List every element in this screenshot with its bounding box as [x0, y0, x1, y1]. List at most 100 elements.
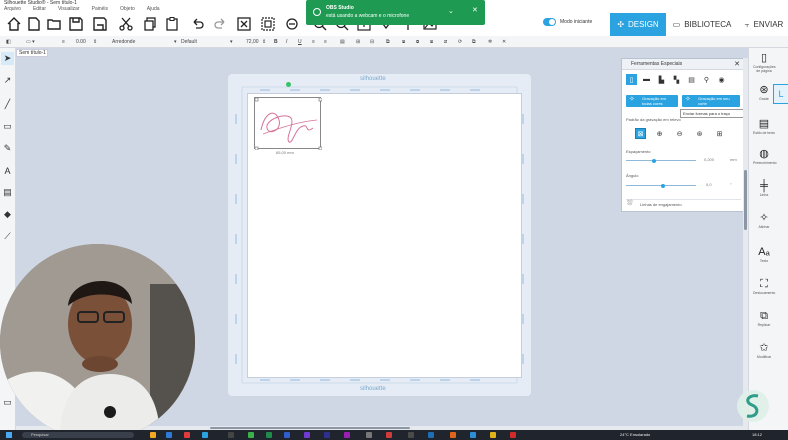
- footer-label[interactable]: Linhas de engajamento: [640, 202, 682, 207]
- menu-edit[interactable]: Editar: [33, 6, 46, 13]
- horizontal-scroll-thumb[interactable]: [210, 427, 410, 429]
- app-icon-2[interactable]: [166, 432, 172, 438]
- undo-icon[interactable]: [190, 16, 206, 32]
- app-icon-16[interactable]: [450, 432, 456, 438]
- app-icon-5[interactable]: [228, 432, 234, 438]
- replicate-button[interactable]: ⧉ Replicar: [753, 310, 775, 327]
- line-color-swatch[interactable]: ▭ ▾: [26, 36, 35, 48]
- line-width-stepper[interactable]: ⇕: [93, 36, 97, 48]
- engrave-fill-button[interactable]: ✧ Gravação em todas cores: [626, 95, 678, 107]
- app-icon-17[interactable]: [470, 432, 476, 438]
- line-color-icon[interactable]: ◧: [6, 36, 11, 48]
- pencil-icon[interactable]: ✎: [1, 142, 14, 155]
- menu-object[interactable]: Objeto: [120, 6, 135, 13]
- toggle-switch[interactable]: [543, 18, 556, 26]
- app-icon-4[interactable]: [202, 432, 208, 438]
- replicate-icon[interactable]: ⧉: [472, 36, 476, 48]
- new-file-icon[interactable]: [26, 16, 42, 32]
- app-icon-11[interactable]: [344, 432, 350, 438]
- rotate-icon[interactable]: ⟳: [458, 36, 462, 48]
- fill-button[interactable]: ◍ Preenchimento: [753, 148, 777, 165]
- menu-panels[interactable]: Painéis: [92, 6, 108, 13]
- app-icon-19[interactable]: [510, 432, 516, 438]
- house-icon[interactable]: [6, 16, 22, 32]
- chevron-down-icon[interactable]: ⌄: [448, 7, 454, 15]
- obs-notification[interactable]: OBS Studio está usando a webcam e o micr…: [306, 0, 485, 25]
- align-right-icon[interactable]: ▤: [340, 36, 345, 48]
- line-tool-icon[interactable]: ╱: [1, 98, 14, 111]
- rotate-handle[interactable]: [286, 82, 291, 87]
- knife-icon[interactable]: ⟋: [1, 230, 14, 243]
- app-icon-10[interactable]: [324, 432, 330, 438]
- lines-pattern-icon[interactable]: ⊖: [674, 128, 685, 139]
- group-icon[interactable]: [260, 16, 276, 32]
- intersect-icon[interactable]: ⧆: [430, 36, 433, 48]
- app-icon-15[interactable]: [428, 432, 434, 438]
- engrave-outline-button[interactable]: ✧ Gravação em seu corte: [682, 95, 740, 107]
- menu-help[interactable]: Ajuda: [147, 6, 160, 13]
- line-width-field[interactable]: 0.00: [76, 36, 86, 48]
- subtract-icon[interactable]: ⧇: [416, 36, 419, 48]
- app-icon-13[interactable]: [386, 432, 392, 438]
- tab-send[interactable]: ⫟ ENVIAR: [740, 13, 788, 36]
- trace-icon[interactable]: ✲: [488, 36, 492, 48]
- spacing-knob[interactable]: [652, 158, 656, 163]
- bold-icon[interactable]: B: [274, 36, 278, 48]
- comment-icon[interactable]: ▤: [1, 186, 14, 199]
- tab-icon-2[interactable]: ▬: [641, 74, 652, 85]
- tab-icon-7[interactable]: ◉: [716, 74, 727, 85]
- eraser-icon[interactable]: ◆: [1, 208, 14, 221]
- text-tool-icon[interactable]: A: [1, 164, 14, 177]
- taskbar-weather[interactable]: 24°C Ensolarado: [620, 432, 650, 437]
- arrange-icon[interactable]: ⧉: [386, 36, 390, 48]
- redo-icon[interactable]: [212, 16, 228, 32]
- angle-knob[interactable]: [661, 183, 665, 188]
- tab-icon-3[interactable]: ▙: [656, 74, 667, 85]
- taskbar-search[interactable]: Pesquisar: [22, 432, 134, 438]
- app-icon-3[interactable]: [184, 432, 190, 438]
- grid-button[interactable]: ⊛ Grade: [753, 84, 775, 101]
- page-setup-button[interactable]: ▯ Configurações de página: [753, 52, 776, 73]
- paste-icon[interactable]: [164, 16, 180, 32]
- italic-icon[interactable]: I: [286, 36, 287, 48]
- font-size-field[interactable]: 72,00: [246, 36, 259, 48]
- angle-value[interactable]: 0,0: [706, 182, 712, 187]
- offset-button[interactable]: ⛶ Deslocamento: [753, 278, 775, 295]
- delete-icon[interactable]: [236, 16, 252, 32]
- modify-button[interactable]: ✩ Modificar: [753, 342, 775, 359]
- align-left-icon[interactable]: ≡: [312, 36, 315, 48]
- spacing-value[interactable]: 0,200: [704, 157, 714, 162]
- distribute-icon[interactable]: ⊟: [370, 36, 374, 48]
- angle-slider[interactable]: [626, 183, 696, 188]
- align-button[interactable]: ✧ Alinhar: [753, 212, 775, 229]
- tab-icon-5[interactable]: ▤: [686, 74, 697, 85]
- folder-icon[interactable]: ▭: [1, 396, 14, 409]
- text-style-button[interactable]: ▤ Estilo de texto: [753, 118, 775, 135]
- font-dropdown-icon[interactable]: ▾: [230, 36, 233, 48]
- app-icon-7[interactable]: [266, 432, 272, 438]
- beginner-mode-toggle[interactable]: Modo iniciante: [543, 18, 592, 26]
- ungroup-icon[interactable]: [284, 16, 300, 32]
- close-icon[interactable]: ✕: [472, 6, 478, 14]
- cut-icon[interactable]: [118, 16, 134, 32]
- line-style-select[interactable]: Arredonde: [112, 36, 135, 48]
- weld-icon[interactable]: ⧈: [402, 36, 405, 48]
- text-button[interactable]: Aₐ Texto: [753, 246, 775, 263]
- app-icon-12[interactable]: [366, 432, 372, 438]
- doc-tab[interactable]: Sem título-1: [16, 49, 48, 57]
- engrave-tab-icon[interactable]: ▯: [626, 74, 637, 85]
- grid-pattern-icon[interactable]: ⊞: [714, 128, 725, 139]
- crosshatch-pattern-icon[interactable]: ⊕: [654, 128, 665, 139]
- menu-file[interactable]: Arquivo: [4, 6, 21, 13]
- align-center-icon[interactable]: ≡: [324, 36, 327, 48]
- open-file-icon[interactable]: [46, 16, 62, 32]
- vertical-scroll-thumb[interactable]: [744, 170, 747, 230]
- app-icon-8[interactable]: [284, 432, 290, 438]
- close-doc-icon[interactable]: ✕: [502, 36, 506, 48]
- app-icon-9[interactable]: [304, 432, 310, 438]
- save-as-icon[interactable]: [92, 16, 108, 32]
- font-size-stepper[interactable]: ⇕: [262, 36, 266, 48]
- taskbar-clock[interactable]: 18:12: [752, 432, 762, 437]
- app-icon-6[interactable]: [248, 432, 254, 438]
- save-icon[interactable]: [68, 16, 84, 32]
